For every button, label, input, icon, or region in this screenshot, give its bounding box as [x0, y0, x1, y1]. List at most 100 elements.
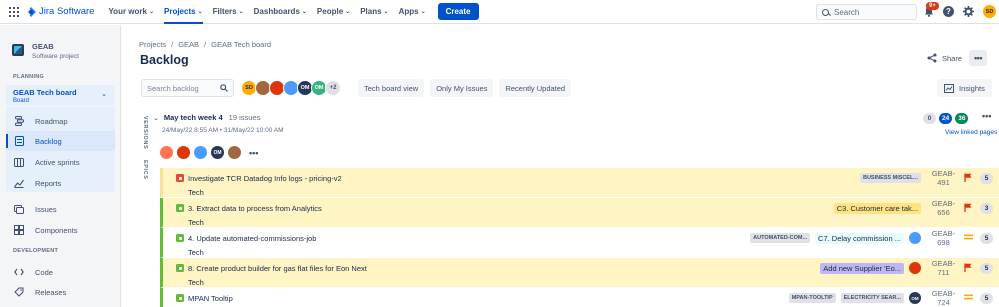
sidebar-item-releases[interactable]: Releases [6, 282, 115, 302]
sprint-assignee-avatar[interactable]: OM [211, 146, 224, 159]
sidebar-item-components[interactable]: Components [6, 220, 115, 240]
issue-meta: MPAN-TOOLTIP ELECTRICITY SEAR... OM GEAB-72… [784, 289, 993, 307]
sidebar-item-label: Components [35, 225, 78, 235]
more-actions-button[interactable]: ••• [969, 50, 987, 66]
nav-item-dashboards[interactable]: Dashboards ⌄ [254, 0, 307, 24]
recently-updated-filter[interactable]: Recently Updated [499, 79, 572, 97]
chevron-down-icon: ⌄ [420, 9, 426, 15]
issue-row[interactable]: 3. Extract data to process from Analytic… [160, 198, 999, 228]
breadcrumb-project[interactable]: GEAB [178, 40, 199, 49]
label-lozenge[interactable]: ELECTRICITY SEAR... [840, 293, 904, 303]
app-name: Jira Software [39, 6, 95, 17]
issue-row[interactable]: Investigate TCR Datadog Info logs - pric… [160, 168, 999, 198]
insights-button[interactable]: Insights [937, 79, 992, 97]
share-icon [927, 53, 937, 63]
issue-key[interactable]: GEAB-711 [926, 259, 961, 277]
issue-assignee-avatar[interactable]: OM [909, 292, 921, 304]
search-placeholder: Search [834, 7, 860, 17]
issue-key[interactable]: GEAB-491 [926, 169, 961, 187]
nav-item-filters[interactable]: Filters ⌄ [213, 0, 244, 24]
only-my-issues-filter[interactable]: Only My Issues [430, 79, 494, 97]
view-linked-pages-link[interactable]: View linked pages [945, 129, 997, 136]
sidebar-item-backlog[interactable]: Backlog [6, 131, 115, 151]
breadcrumb-projects[interactable]: Projects [139, 40, 166, 49]
chevron-down-icon: ⌄ [197, 9, 203, 15]
jira-logo[interactable]: Jira Software [26, 6, 94, 17]
sidebar-item-issues[interactable]: Issues [6, 199, 115, 219]
sprint-more-button[interactable]: ••• [982, 111, 991, 121]
nav-item-plans[interactable]: Plans ⌄ [360, 0, 388, 24]
sidebar-item-label: Active sprints [35, 157, 80, 167]
story-type-icon [176, 204, 184, 212]
nav-item-projects[interactable]: Projects ⌄ [164, 0, 203, 24]
nav-item-label: Plans [360, 7, 382, 16]
nav-item-people[interactable]: People ⌄ [317, 0, 350, 24]
issue-epic-name: Tech [188, 278, 204, 287]
epic-label[interactable]: C3. Customer care tak... [833, 202, 921, 214]
global-search-input[interactable]: Search [816, 4, 917, 20]
more-assignees-avatar[interactable]: +2 [325, 80, 341, 96]
issue-summary: 8. Create product builder for gas flat f… [188, 264, 367, 273]
more-avatars-button[interactable]: ••• [249, 148, 258, 158]
issue-assignee-avatar[interactable] [909, 262, 921, 274]
settings-gear-icon[interactable] [962, 5, 975, 18]
sidebar-item-active-sprints[interactable]: Active sprints [6, 152, 115, 172]
top-navigation: Jira Software Your work ⌄ Projects ⌄ Filters… [0, 0, 999, 24]
sidebar-item-reports[interactable]: Reports [6, 173, 115, 193]
nav-item-your-work[interactable]: Your work ⌄ [108, 0, 154, 24]
label-lozenge[interactable]: BUSINESS MISCEL... [859, 173, 921, 183]
sprint-issue-count: 19 issues [228, 113, 261, 122]
issue-key[interactable]: GEAB-698 [926, 229, 961, 247]
epic-label[interactable]: Add new Supplier 'Eo... [820, 262, 904, 274]
project-type: Software project [32, 53, 79, 60]
issue-assignee-avatar[interactable] [909, 232, 921, 244]
epic-label[interactable]: C7. Delay commission ... [815, 232, 904, 244]
sprint-status-counts: 0 24 36 [923, 113, 971, 124]
issue-row[interactable]: 8. Create product builder for gas flat f… [160, 258, 999, 288]
issue-meta: BUSINESS MISCEL... GEAB-491 5 [855, 169, 993, 187]
chevron-down-icon: ⌄ [383, 9, 389, 15]
sidebar-item-code[interactable]: Code [6, 262, 115, 282]
story-type-icon [176, 234, 184, 242]
label-lozenge[interactable]: AUTOMATED-COM... [750, 233, 811, 243]
issue-key[interactable]: GEAB-656 [926, 199, 961, 217]
sprint-assignee-avatar[interactable] [177, 146, 190, 159]
share-button[interactable]: Share [927, 53, 962, 63]
profile-avatar[interactable]: SD [983, 5, 996, 18]
label-lozenge[interactable]: MPAN-TOOLTIP [788, 293, 836, 303]
nav-item-apps[interactable]: Apps ⌄ [399, 0, 426, 24]
epics-panel-toggle[interactable]: EPICS [142, 160, 148, 180]
backlog-search-input[interactable]: Search backlog [141, 79, 234, 97]
sprint-assignee-avatar[interactable] [228, 146, 241, 159]
issue-key[interactable]: GEAB-724 [926, 289, 961, 307]
board-selector[interactable]: GEAB Tech board Board ⌄ [6, 85, 115, 106]
issue-row[interactable]: 4. Update automated-commissions-job Tech A… [160, 228, 999, 258]
planning-section-title: PLANNING [13, 74, 45, 80]
create-button[interactable]: Create [437, 3, 479, 20]
app-switcher-icon[interactable] [9, 6, 19, 17]
breadcrumb-board[interactable]: GEAB Tech board [211, 40, 271, 49]
story-points-badge: 3 [980, 202, 993, 214]
chevron-down-icon: ⌄ [238, 9, 244, 15]
chevron-down-icon[interactable]: ⌄ [153, 114, 159, 122]
sprint-assignee-avatar[interactable] [194, 146, 207, 159]
priority-highest-icon [964, 263, 974, 273]
code-icon [14, 267, 24, 277]
versions-panel-toggle[interactable]: VERSIONS [142, 116, 148, 149]
roadmap-icon [14, 116, 24, 126]
story-points-badge: 5 [980, 232, 993, 244]
nav-item-label: Projects [164, 7, 196, 16]
project-header[interactable]: GEAB Software project [12, 42, 79, 60]
issue-row[interactable]: MPAN Tooltip MPAN-TOOLTIP ELECTRICITY SEAR… [160, 288, 999, 307]
sprint-dates: 24/May/22 8:55 AM • 31/May/22 10:00 AM [162, 127, 284, 134]
sprint-assignee-avatar[interactable] [160, 146, 173, 159]
search-icon [822, 8, 829, 16]
sidebar-item-roadmap[interactable]: Roadmap [6, 111, 115, 131]
story-type-icon [176, 264, 184, 272]
help-icon[interactable]: ? [942, 5, 955, 18]
tech-board-view-button[interactable]: Tech board view [358, 79, 425, 97]
story-points-badge: 5 [980, 262, 993, 274]
board-subtitle: Board [13, 98, 30, 104]
breadcrumb: Projects / GEAB / GEAB Tech board [139, 40, 272, 49]
sprint-header[interactable]: ⌄ May tech week 4 19 issues [153, 113, 260, 122]
